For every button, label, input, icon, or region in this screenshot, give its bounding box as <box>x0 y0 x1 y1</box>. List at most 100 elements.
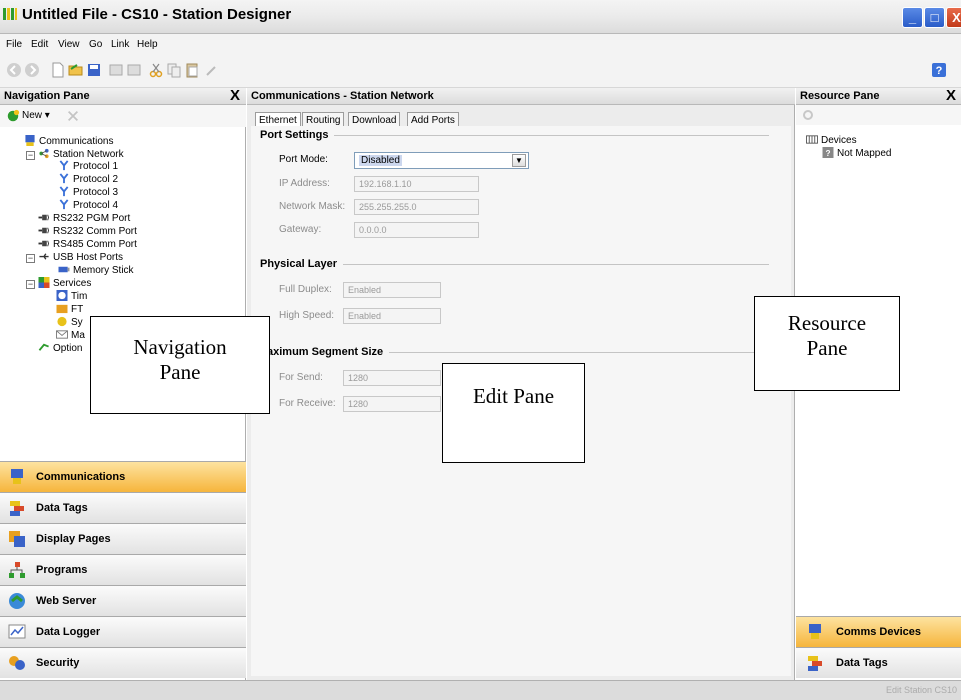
usb-icon <box>39 253 49 260</box>
tree-item-protocol-4[interactable]: Protocol 4 <box>58 199 118 211</box>
res-button-data-tags[interactable]: Data Tags <box>796 647 961 678</box>
port-mode-select[interactable]: Disabled <box>354 152 529 169</box>
tree-item-station-network[interactable]: Station Network <box>38 148 124 160</box>
redo-icon[interactable] <box>126 62 142 78</box>
new-dropdown-button[interactable]: New ▾ <box>22 110 50 121</box>
menu-go[interactable]: Go <box>89 39 102 50</box>
maximize-button[interactable]: □ <box>924 7 945 28</box>
tree-item-mail[interactable]: Ma <box>56 329 85 341</box>
app-icon <box>3 8 17 20</box>
nav-button-communications[interactable]: Communications <box>0 461 246 492</box>
network-mask-label: Network Mask: <box>279 201 346 212</box>
display-pages-icon <box>9 531 25 547</box>
tree-item-protocol-3[interactable]: Protocol 3 <box>58 186 118 198</box>
nav-button-programs[interactable]: Programs <box>0 554 246 585</box>
tree-item-services[interactable]: Services <box>38 277 91 289</box>
tree-item-memory-stick[interactable]: Memory Stick <box>58 264 134 276</box>
for-send-field[interactable]: 1280 <box>343 370 441 386</box>
tree-item-sync[interactable]: Sy <box>56 316 83 328</box>
nav-pane-close-button[interactable]: X <box>230 88 240 104</box>
ftp-icon <box>56 304 68 314</box>
expand-station-network[interactable]: − <box>26 151 35 160</box>
help-icon[interactable]: ? <box>931 62 947 78</box>
res-pane-close-button[interactable]: X <box>946 88 956 104</box>
protocol-icon <box>59 186 69 197</box>
delete-icon[interactable] <box>66 109 80 123</box>
toolbar: ? <box>0 54 961 88</box>
nav-button-data-tags[interactable]: Data Tags <box>0 492 246 523</box>
menu-edit[interactable]: Edit <box>31 39 48 50</box>
question-icon: ? <box>822 147 834 158</box>
high-speed-select[interactable]: Enabled <box>343 308 441 324</box>
res-tree-not-mapped[interactable]: ? Not Mapped <box>822 147 891 159</box>
save-icon[interactable] <box>86 62 102 78</box>
memory-stick-icon <box>58 266 70 273</box>
gateway-field[interactable]: 0.0.0.0 <box>354 222 479 238</box>
forward-icon[interactable] <box>24 62 40 78</box>
tree-item-protocol-1[interactable]: Protocol 1 <box>58 160 118 172</box>
new-file-icon[interactable] <box>50 62 66 78</box>
comms-devices-icon <box>809 624 821 639</box>
security-icon <box>9 656 25 670</box>
res-pane-title: Resource Pane <box>800 90 880 102</box>
properties-icon[interactable] <box>204 62 220 78</box>
res-button-comms-devices[interactable]: Comms Devices <box>796 616 961 647</box>
edit-pane-header: Communications - Station Network <box>247 88 795 105</box>
ip-address-label: IP Address: <box>279 178 330 189</box>
cut-icon[interactable] <box>148 62 164 78</box>
navigation-pane-annotation: Navigation Pane <box>90 316 270 414</box>
res-pane-header: Resource Pane X <box>796 88 961 105</box>
expand-usb-host-ports[interactable]: − <box>26 254 35 263</box>
back-icon[interactable] <box>6 62 22 78</box>
max-segment-size-title: aximum Segment Size <box>267 346 390 358</box>
paste-icon[interactable] <box>184 62 200 78</box>
physical-layer-title: Physical Layer <box>260 258 344 270</box>
devices-icon <box>806 135 818 144</box>
menu-help[interactable]: Help <box>137 39 158 50</box>
full-duplex-select[interactable]: Enabled <box>343 282 441 298</box>
menu-view[interactable]: View <box>58 39 80 50</box>
nav-button-data-logger[interactable]: Data Logger <box>0 616 246 647</box>
tree-item-protocol-2[interactable]: Protocol 2 <box>58 173 118 185</box>
port-icon <box>38 240 50 247</box>
open-folder-icon[interactable] <box>68 62 84 78</box>
expand-services[interactable]: − <box>26 280 35 289</box>
tree-item-rs232-comm-port[interactable]: RS232 Comm Port <box>38 225 137 237</box>
resource-pane-annotation: Resource Pane <box>754 296 900 391</box>
tree-item-options[interactable]: Option <box>38 342 82 354</box>
for-send-label: For Send: <box>279 372 323 383</box>
chevron-down-icon[interactable]: ▼ <box>512 154 526 167</box>
tree-item-rs485-comm-port[interactable]: RS485 Comm Port <box>38 238 137 250</box>
title-bar: Untitled File - CS10 - Station Designer … <box>0 0 961 34</box>
data-logger-icon <box>8 624 26 639</box>
programs-icon <box>9 562 25 578</box>
tree-item-rs232-pgm-port[interactable]: RS232 PGM Port <box>38 212 130 224</box>
tree-item-ftp[interactable]: FT <box>56 303 83 315</box>
port-icon <box>38 214 50 221</box>
minimize-button[interactable]: _ <box>902 7 923 28</box>
copy-icon[interactable] <box>166 62 182 78</box>
ip-address-field[interactable]: 192.168.1.10 <box>354 176 479 192</box>
tree-item-communications[interactable]: Communications <box>24 135 113 147</box>
gateway-label: Gateway: <box>279 224 322 235</box>
nav-button-web-server[interactable]: Web Server <box>0 585 246 616</box>
menu-bar: File Edit View Go Link Help <box>0 34 961 54</box>
services-icon <box>38 277 50 288</box>
nav-pane-header: Navigation Pane X <box>0 88 246 105</box>
refresh-icon[interactable] <box>802 109 814 121</box>
new-item-icon <box>7 109 20 122</box>
for-receive-field[interactable]: 1280 <box>343 396 441 412</box>
close-window-button[interactable]: X <box>946 7 961 28</box>
tree-item-usb-host-ports[interactable]: USB Host Ports <box>38 251 123 263</box>
undo-icon[interactable] <box>108 62 124 78</box>
nav-button-display-pages[interactable]: Display Pages <box>0 523 246 554</box>
nav-toolbar: New ▾ <box>0 105 246 127</box>
res-tree-devices[interactable]: Devices <box>806 134 857 146</box>
tree-item-time[interactable]: Tim <box>56 290 87 302</box>
network-mask-field[interactable]: 255.255.255.0 <box>354 199 479 215</box>
nav-button-security[interactable]: Security <box>0 647 246 678</box>
network-icon <box>39 148 49 159</box>
menu-file[interactable]: File <box>6 39 22 50</box>
menu-link[interactable]: Link <box>111 39 129 50</box>
comms-icon <box>25 135 35 146</box>
